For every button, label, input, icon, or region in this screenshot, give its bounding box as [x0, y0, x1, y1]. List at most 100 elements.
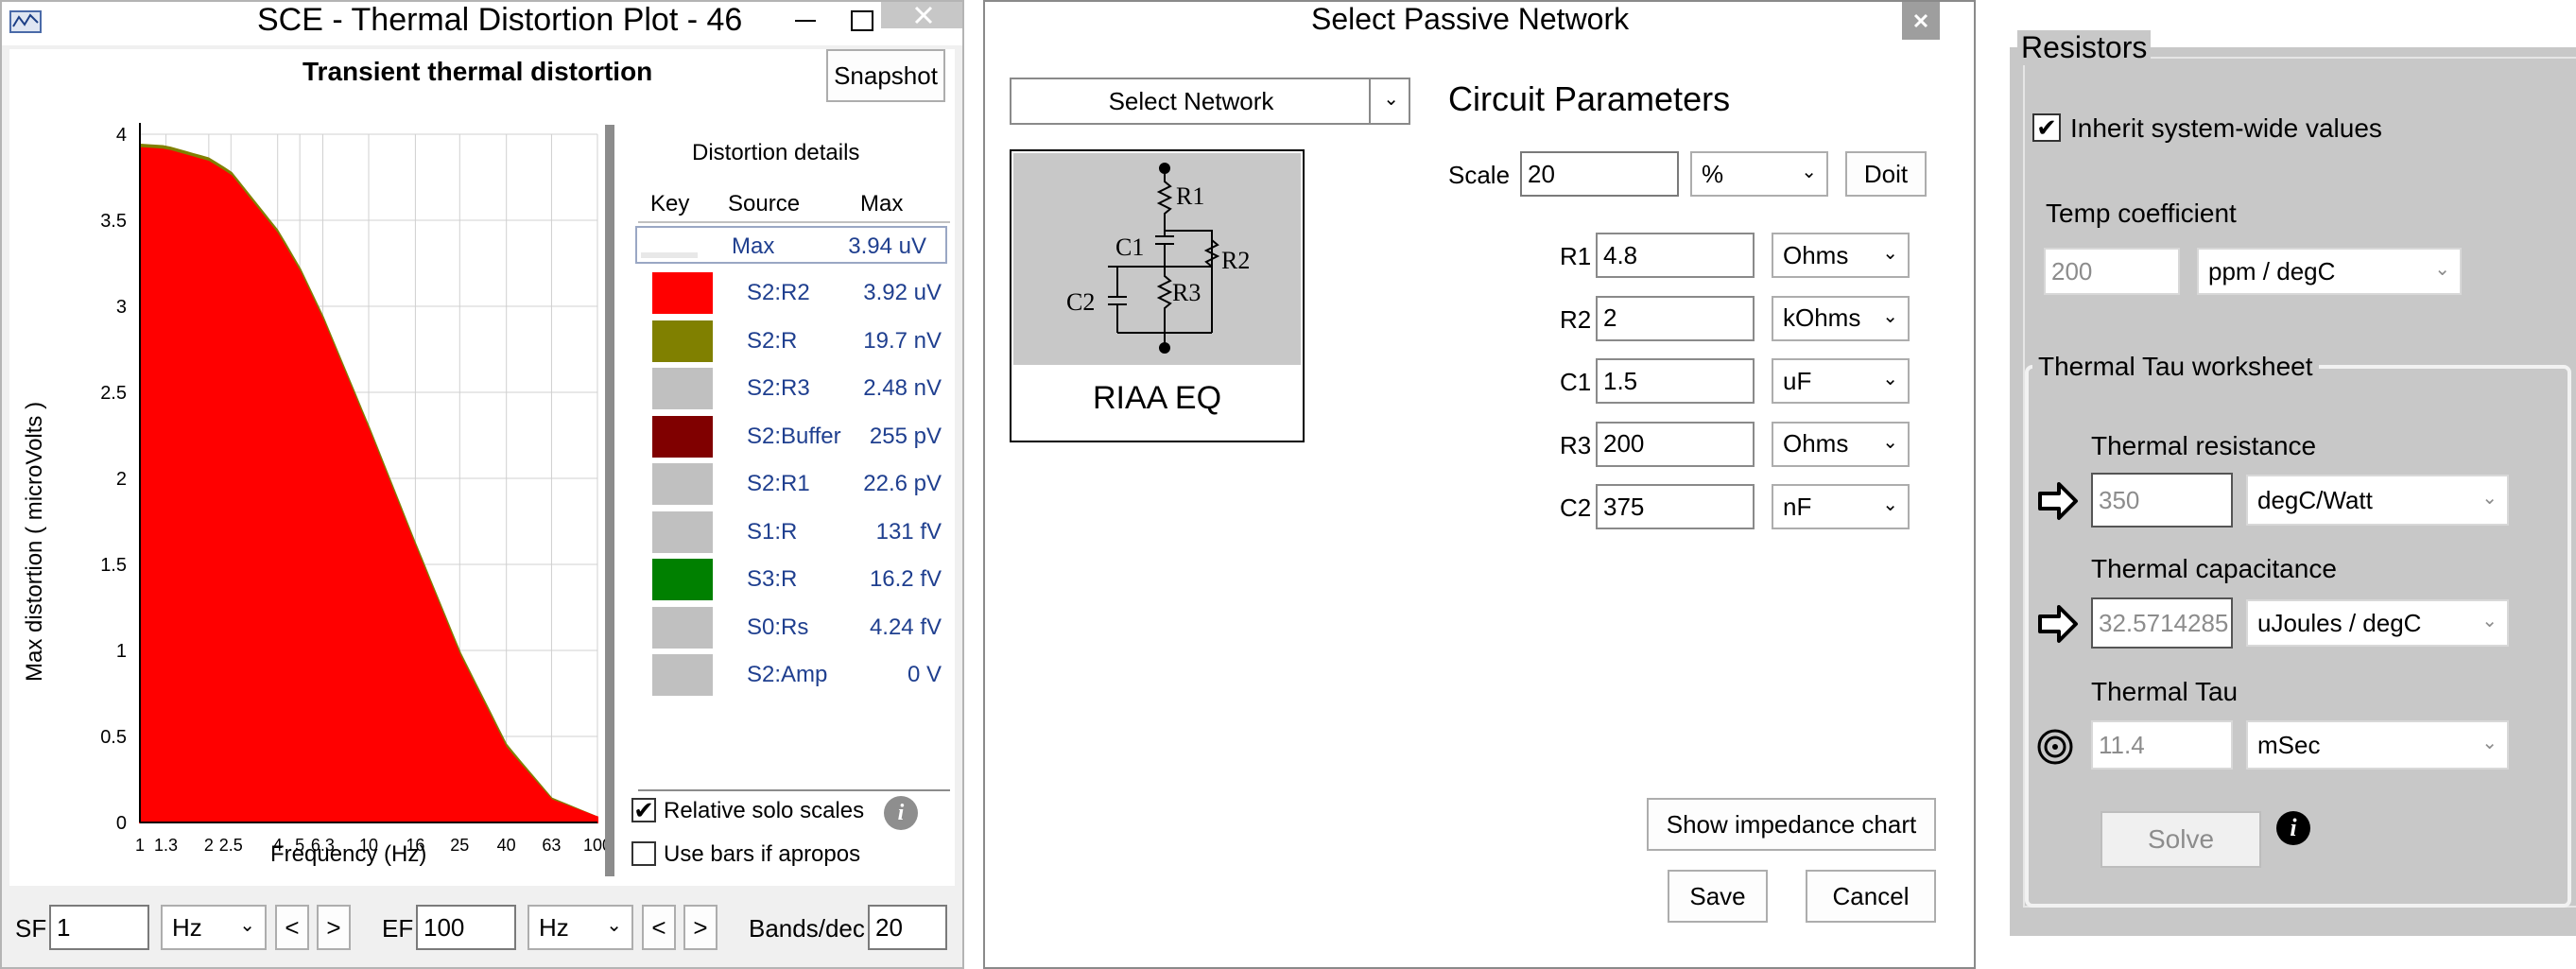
info-icon[interactable]: i: [2276, 811, 2310, 845]
summary-swatch: [641, 252, 698, 258]
details-row[interactable]: S1:R 131 fV: [643, 510, 955, 553]
ef-next-button[interactable]: >: [683, 905, 717, 950]
details-row[interactable]: S0:Rs 4.24 fV: [643, 606, 955, 649]
series-color-swatch[interactable]: [652, 606, 713, 649]
chevron-down-icon: ⌄: [1882, 431, 1898, 453]
param-unit-select[interactable]: uF ⌄: [1772, 358, 1910, 404]
x-tick-label: 1: [135, 836, 145, 855]
details-max: 16.2 fV: [869, 566, 942, 592]
param-unit-select[interactable]: Ohms ⌄: [1772, 233, 1910, 278]
target-icon: [2036, 728, 2074, 766]
network-card[interactable]: R1 R2 R3 C1 C2 RIAA EQ: [1010, 149, 1305, 442]
snapshot-button[interactable]: Snapshot: [826, 49, 945, 102]
param-value-input[interactable]: 200: [1596, 421, 1755, 467]
ef-input[interactable]: 100: [416, 905, 516, 950]
param-value-input[interactable]: 375: [1596, 484, 1755, 529]
details-row[interactable]: S2:Buffer 255 pV: [643, 415, 955, 458]
thermal-capacitance-input[interactable]: 32.5714285: [2091, 597, 2233, 649]
scale-unit-select[interactable]: % ⌄: [1690, 151, 1828, 197]
resistors-panel: Resistors ✔ Inherit system-wide values T…: [1985, 0, 2576, 969]
details-bottom-divider: [638, 789, 950, 791]
info-icon[interactable]: i: [884, 796, 918, 830]
summary-row[interactable]: Max 3.94 uV: [635, 226, 947, 264]
series-color-swatch[interactable]: [652, 463, 713, 505]
sf-input[interactable]: 1: [49, 905, 149, 950]
sf-next-button[interactable]: >: [317, 905, 351, 950]
select-network-label: Select Network: [1108, 86, 1274, 115]
ef-prev-button[interactable]: <: [642, 905, 676, 950]
details-row[interactable]: S2:Amp 0 V: [643, 654, 955, 696]
param-unit-select[interactable]: Ohms ⌄: [1772, 421, 1910, 467]
series-color-swatch[interactable]: [652, 559, 713, 600]
title-bar: SCE - Thermal Distortion Plot - 46: [2, 2, 962, 45]
close-button[interactable]: [881, 2, 962, 28]
use-bars-label: Use bars if apropos: [664, 841, 861, 867]
show-impedance-chart-button[interactable]: Show impedance chart: [1647, 798, 1936, 851]
thermal-distortion-plot-window: SCE - Thermal Distortion Plot - 46 Trans…: [0, 0, 964, 969]
series-color-swatch[interactable]: [652, 510, 713, 553]
col-max-header: Max: [860, 191, 904, 216]
thermal-resistance-input[interactable]: 350: [2091, 473, 2233, 528]
temp-coeff-unit-select[interactable]: ppm / degC ⌄: [2197, 248, 2462, 295]
temp-coeff-input[interactable]: 200: [2044, 248, 2180, 295]
chevron-down-icon: ⌄: [1882, 305, 1898, 327]
param-unit-value: nF: [1783, 492, 1812, 521]
param-unit-select[interactable]: nF ⌄: [1772, 484, 1910, 529]
chevron-down-icon: ⌄: [2481, 733, 2498, 753]
param-value-input[interactable]: 1.5: [1596, 358, 1755, 404]
use-bars-checkbox[interactable]: [631, 841, 656, 866]
param-unit-value: kOhms: [1783, 303, 1861, 332]
details-source: S2:R2: [747, 280, 810, 305]
param-value-input[interactable]: 4.8: [1596, 233, 1755, 278]
details-row[interactable]: S2:R1 22.6 pV: [643, 463, 955, 505]
series-color-swatch[interactable]: [652, 654, 713, 696]
thermal-resistance-unit-select[interactable]: degC/Watt ⌄: [2246, 475, 2509, 526]
sf-unit-select[interactable]: Hz ⌄: [161, 905, 267, 950]
thermal-capacitance-label: Thermal capacitance: [2091, 554, 2337, 583]
param-label: C2: [1560, 493, 1592, 522]
details-source: S0:Rs: [747, 614, 809, 640]
save-button[interactable]: Save: [1668, 870, 1768, 923]
details-source: S3:R: [747, 566, 798, 592]
thermal-tau-unit-select[interactable]: mSec ⌄: [2246, 720, 2509, 770]
cancel-button[interactable]: Cancel: [1806, 870, 1936, 923]
inherit-checkbox[interactable]: ✔: [2032, 113, 2061, 142]
series-color-swatch[interactable]: [652, 272, 713, 314]
y-tick-label: 1.5: [100, 555, 127, 576]
r1-label: R1: [1176, 182, 1204, 210]
relative-solo-checkbox[interactable]: ✔: [631, 798, 656, 822]
minimize-button[interactable]: [777, 2, 834, 40]
details-row[interactable]: S3:R 16.2 fV: [643, 559, 955, 600]
details-row[interactable]: S2:R 19.7 nV: [643, 320, 955, 362]
thermal-resistance-label: Thermal resistance: [2091, 431, 2317, 460]
chevron-down-icon: ⌄: [1801, 162, 1817, 182]
param-label: R3: [1560, 430, 1592, 459]
thermal-tau-input[interactable]: 11.4: [2091, 720, 2233, 770]
dropdown-divider: [1369, 79, 1371, 123]
scale-input[interactable]: 20: [1520, 151, 1679, 197]
series-color-swatch[interactable]: [652, 415, 713, 458]
param-unit-select[interactable]: kOhms ⌄: [1772, 295, 1910, 341]
y-tick-label: 0.5: [100, 727, 127, 748]
details-max: 2.48 nV: [863, 375, 942, 401]
doit-button[interactable]: Doit: [1845, 151, 1927, 197]
sf-prev-button[interactable]: <: [275, 905, 309, 950]
y-tick-label: 2.5: [100, 383, 127, 404]
app-icon: [9, 8, 42, 36]
param-label: C1: [1560, 368, 1592, 396]
thermal-tau-unit-value: mSec: [2257, 730, 2321, 759]
thermal-capacitance-unit-select[interactable]: uJoules / degC ⌄: [2246, 599, 2509, 647]
details-row[interactable]: S2:R2 3.92 uV: [643, 272, 955, 314]
details-row[interactable]: S2:R3 2.48 nV: [643, 368, 955, 409]
bands-input[interactable]: 20: [868, 905, 947, 950]
param-value-input[interactable]: 2: [1596, 295, 1755, 341]
close-button[interactable]: [1902, 2, 1940, 40]
series-color-swatch[interactable]: [652, 320, 713, 362]
solve-button[interactable]: Solve: [2101, 811, 2261, 868]
circuit-params-title: Circuit Parameters: [1448, 79, 1731, 118]
select-network-dropdown[interactable]: Select Network ⌄: [1010, 78, 1410, 125]
series-color-swatch[interactable]: [652, 368, 713, 409]
param-unit-value: Ohms: [1783, 240, 1849, 269]
details-source: S2:Amp: [747, 662, 828, 687]
ef-unit-select[interactable]: Hz ⌄: [527, 905, 633, 950]
